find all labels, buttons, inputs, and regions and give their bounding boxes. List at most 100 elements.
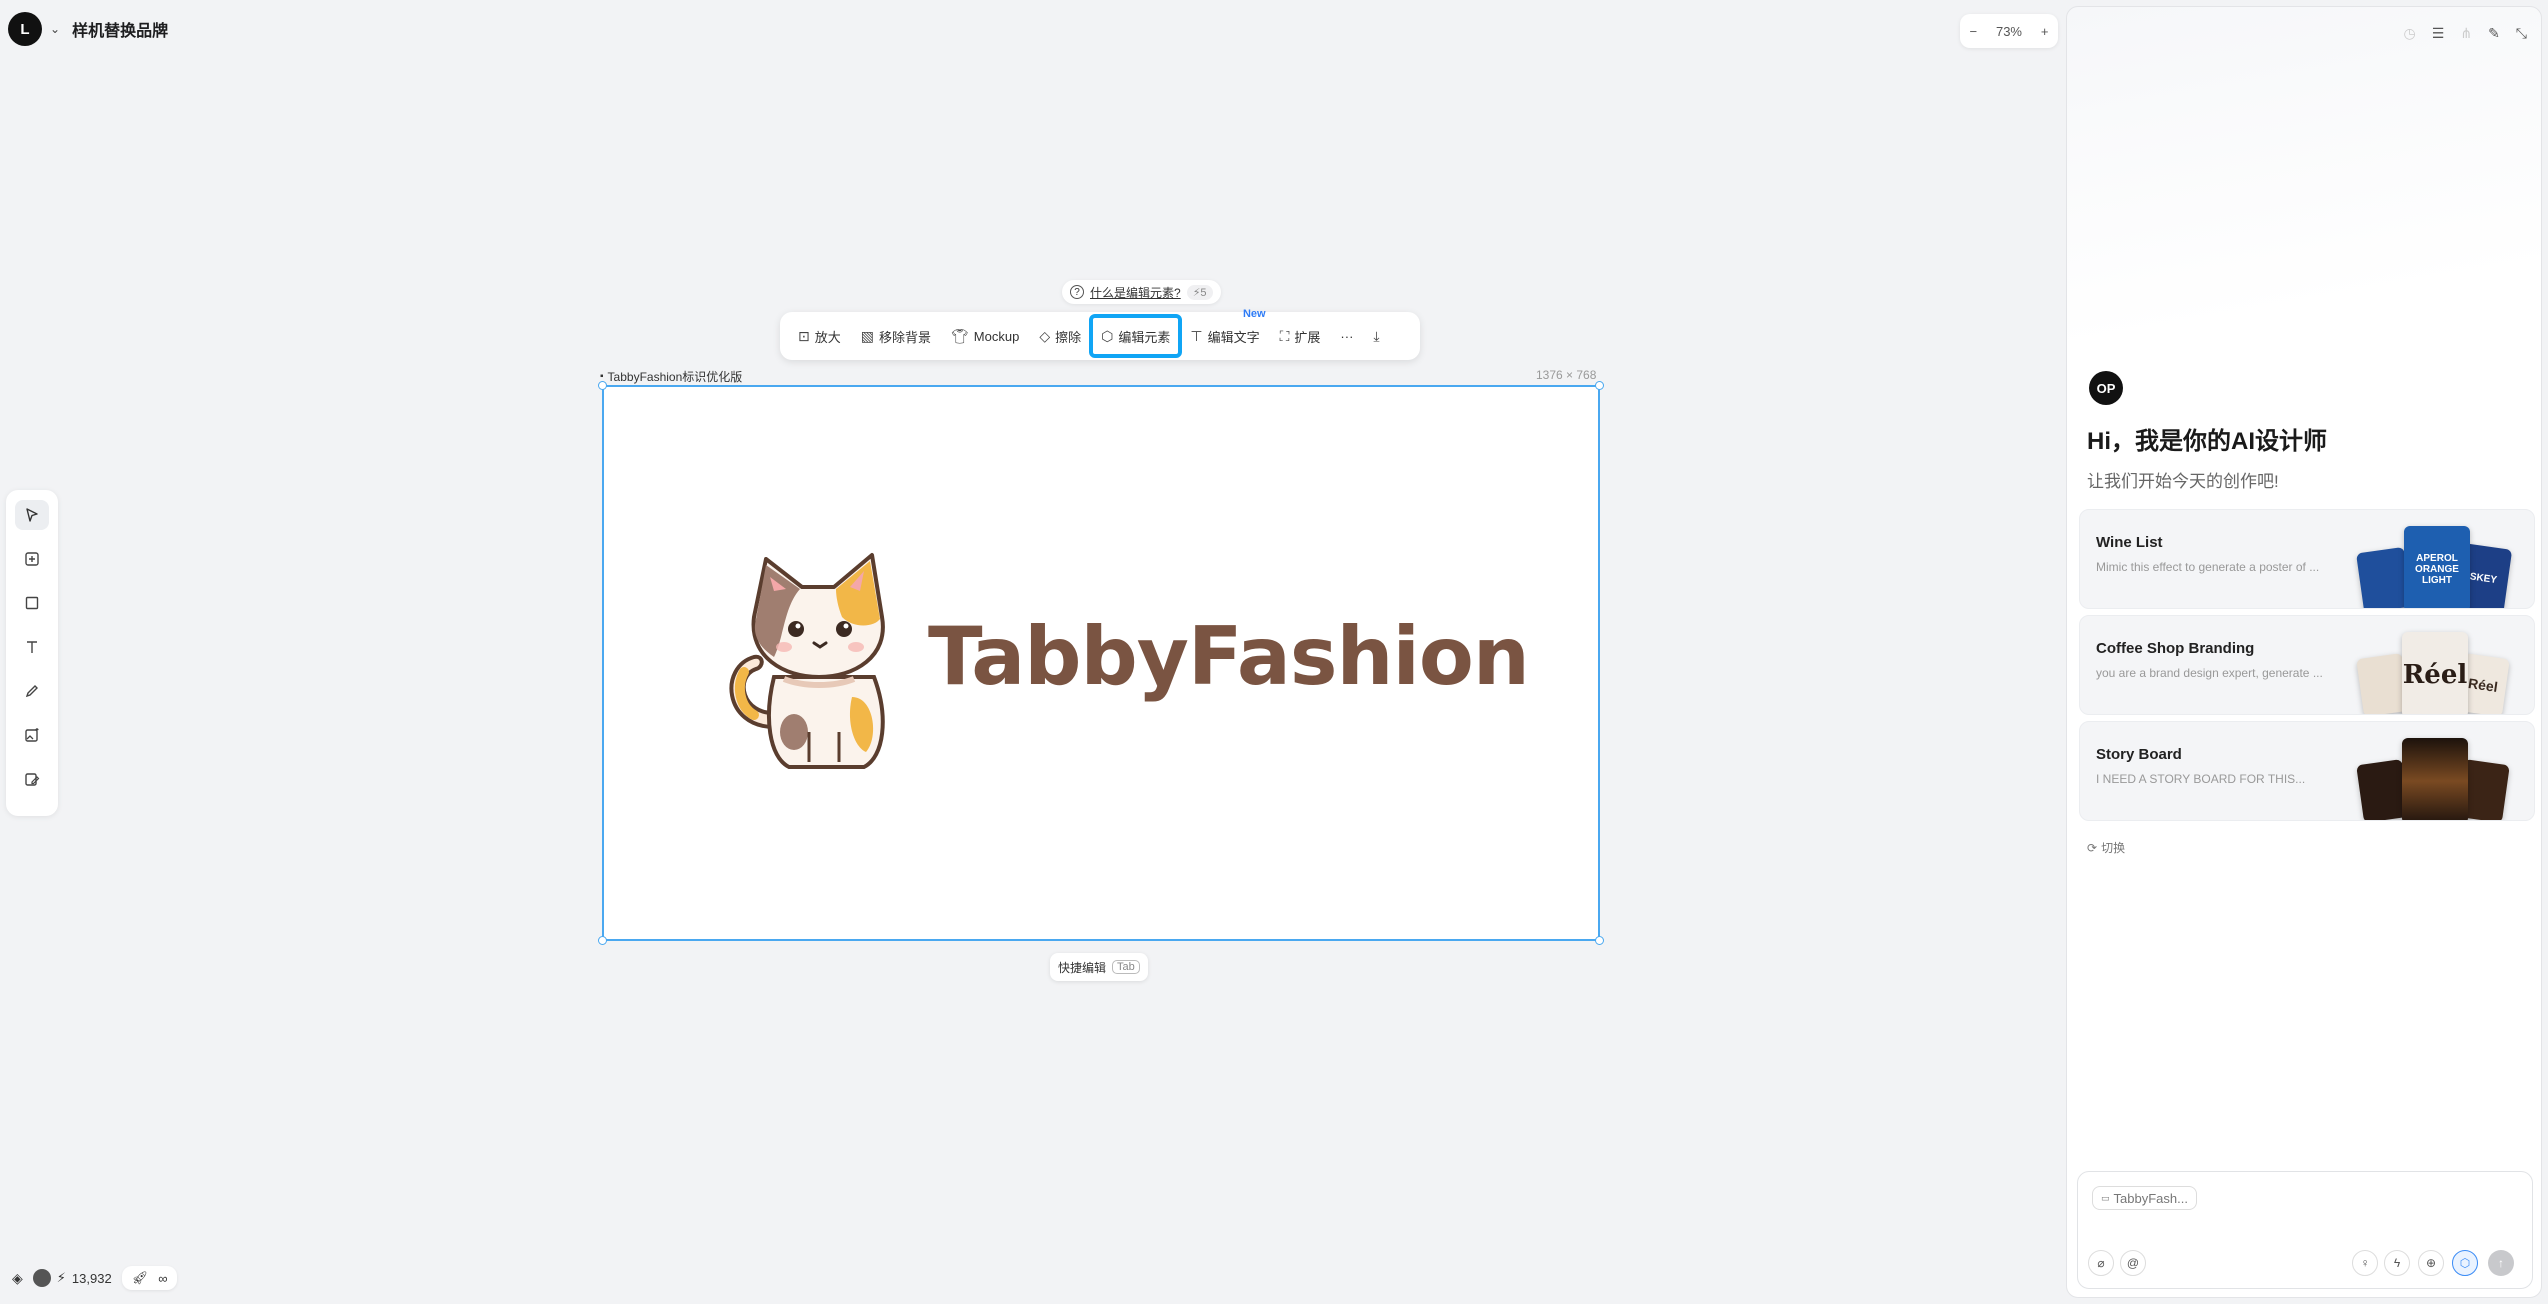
new-chat-icon[interactable]: ✎ [2488,25,2500,42]
shortcut-key: Tab [1112,960,1140,974]
send-button[interactable]: ↑ [2488,1250,2514,1276]
resize-handle-bottom-left[interactable] [598,936,607,945]
idea-button[interactable]: ♀ [2352,1250,2378,1276]
edit-text-button[interactable]: ⊤ 编辑文字 New [1182,308,1267,354]
cube-icon: ⬡ [1101,327,1114,344]
mockup-button[interactable]: 👕︎ Mockup [943,318,1027,354]
cat-logo-illustration [729,553,885,769]
plus-square-icon [25,552,39,566]
image-sparkle-icon [25,728,39,742]
edit-elements-button[interactable]: ⬡ 编辑元素 [1089,314,1183,358]
remove-background-button[interactable]: ▧ 移除背景 [853,318,939,354]
upscale-icon: ⊡ [798,327,810,344]
download-button[interactable]: ⤓ [1365,318,1387,354]
assistant-subtitle: 让我们开始今天的创作吧! [2087,472,2279,491]
upscale-button[interactable]: ⊡ 放大 [790,318,849,354]
add-element-button[interactable] [15,544,49,574]
bolt-icon: ⚡ [56,1270,66,1285]
panel-header-actions: ◷ ☰ ⋔ ✎ ⤡ [2404,25,2527,42]
image-action-toolbar: ⊡ 放大 ▧ 移除背景 👕︎ Mockup ◇ 擦除 ⬡ 编辑元素 ⊤ 编辑文字… [780,308,1420,360]
cursor-icon [26,508,38,522]
bolt-outline-icon: ϟ [2393,1256,2401,1270]
help-chip: ? 什么是编辑元素? ⚡5 [1062,280,1221,304]
square-icon [25,596,39,610]
refresh-icon: ⟳ [2087,840,2098,855]
remove-bg-icon: ▧ [860,327,874,344]
ai-avatar: OP [2089,371,2123,405]
agent-mode-button[interactable]: ⬡ [2452,1250,2478,1276]
image-thumb-icon: ▭ [2101,1192,2110,1203]
text-tool-button[interactable] [15,632,49,662]
template-card-coffee-shop[interactable]: Coffee Shop Branding you are a brand des… [2079,615,2535,715]
web-search-button[interactable]: ⊕ [2418,1250,2444,1276]
text-edit-icon: ⊤ [1190,327,1203,344]
pencil-icon [25,685,38,698]
text-icon [27,641,37,653]
expand-button[interactable]: ⛶ 扩展 [1272,318,1329,354]
story-board-thumbnails [2356,732,2520,820]
attached-context-chip[interactable]: ▭ TabbyFash... [2092,1186,2197,1210]
paperclip-icon: ⌀ [2097,1256,2105,1270]
rocket-icon[interactable]: 🚀︎ [132,1270,149,1286]
pen-tool-button[interactable] [15,676,49,706]
credits-display[interactable]: ⚡ 13,932 [32,1269,112,1287]
at-icon: @ [2126,1256,2140,1270]
infinity-icon[interactable]: ∞ [158,1271,167,1286]
attach-button[interactable]: ⌀ [2088,1250,2114,1276]
resize-handle-bottom-right[interactable] [1595,936,1604,945]
user-avatar [32,1269,51,1287]
thumbnail [2402,738,2468,820]
download-icon: ⤓ [1373,327,1380,344]
mention-button[interactable]: @ [2120,1250,2146,1276]
more-button[interactable]: ··· [1332,318,1361,354]
globe-icon: ⊕ [2425,1256,2437,1270]
wine-list-thumbnails: ISKEY APEROL ORANGE LIGHT [2356,520,2520,608]
resize-handle-top-left[interactable] [598,381,607,390]
collapse-icon[interactable]: ⤡ [2516,25,2527,42]
credit-cost-badge: ⚡5 [1186,284,1213,300]
arrow-up-icon: ↑ [2498,1256,2504,1270]
resize-handle-top-right[interactable] [1595,381,1604,390]
cube-icon: ⬡ [2459,1256,2471,1270]
chevron-down-icon[interactable]: ⌄ [50,22,60,36]
brand-wordmark: TabbyFashion [928,610,1530,703]
app-logo[interactable]: L [8,12,42,46]
bottom-status-bar: ◈ ⚡ 13,932 🚀︎ ∞ [12,1266,178,1290]
project-title[interactable]: 样机替换品牌 [72,17,168,41]
left-toolbar [6,490,58,816]
image-gen-tool-button[interactable] [15,720,49,750]
template-card-wine-list[interactable]: Wine List Mimic this effect to generate … [2079,509,2535,609]
layers-icon[interactable]: ◈ [12,1270,23,1287]
expand-icon: ⛶ [1279,327,1290,344]
flash-mode-button[interactable]: ϟ [2384,1250,2410,1276]
zoom-control: − 73% + [1960,14,2058,48]
chat-composer[interactable]: ▭ TabbyFash... ⌀ @ ♀ ϟ ⊕ ⬡ ↑ [2077,1171,2533,1289]
new-badge: New [1242,308,1266,320]
settings-list-icon[interactable]: ☰ [2432,25,2445,42]
lightbulb-icon: ♀ [2360,1256,2370,1270]
zoom-in-button[interactable]: + [2041,24,2049,39]
share-icon[interactable]: ⋔ [2460,25,2472,42]
eraser-icon: ◇ [1039,327,1051,344]
history-icon[interactable]: ◷ [2404,25,2416,42]
help-link[interactable]: 什么是编辑元素? [1090,284,1181,301]
switch-templates-button[interactable]: ⟳ 切换 [2087,839,2125,856]
ai-assistant-panel: ◷ ☰ ⋔ ✎ ⤡ OP Hi，我是你的AI设计师 让我们开始今天的创作吧! W… [2066,6,2542,1298]
quick-edit-button[interactable]: 快捷编辑 Tab [1050,953,1148,981]
zoom-level[interactable]: 73% [1996,24,2022,39]
project-header: L ⌄ 样机替换品牌 [8,12,168,46]
thumbnail: APEROL ORANGE LIGHT [2404,526,2470,608]
thumbnail: Réel [2402,632,2468,714]
erase-button[interactable]: ◇ 擦除 [1031,318,1089,354]
image-edit-icon [25,773,40,786]
template-card-story-board[interactable]: Story Board I NEED A STORY BOARD FOR THI… [2079,721,2535,821]
image-edit-tool-button[interactable] [15,764,49,794]
frame-tool-button[interactable] [15,588,49,618]
zoom-out-button[interactable]: − [1969,24,1977,39]
assistant-greeting: Hi，我是你的AI设计师 [2087,428,2327,455]
coffee-shop-thumbnails: Réel Réel [2356,626,2520,714]
quick-actions-pill: 🚀︎ ∞ [121,1266,178,1290]
select-tool-button[interactable] [15,500,49,530]
frame-label[interactable]: ▪ TabbyFashion标识优化版 [600,368,742,385]
more-icon: ··· [1340,328,1354,344]
